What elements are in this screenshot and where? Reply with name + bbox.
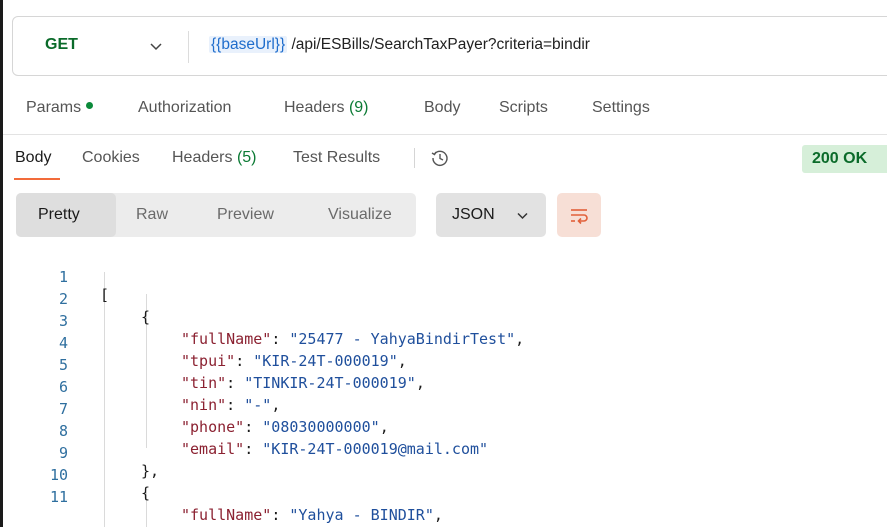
params-dot-icon [86,102,94,110]
code-line: 7 "phone": "08030000000", [58,400,389,436]
section-divider [3,134,887,135]
tab-params[interactable]: Params [26,99,94,117]
chevron-down-icon [517,212,528,220]
response-tab-body[interactable]: Body [15,149,51,167]
format-select[interactable]: JSON [436,193,546,237]
code-line: 5 "tin": "TINKIR-24T-000019", [58,356,425,392]
code-line: 1 [ [58,268,110,304]
url-input[interactable]: {{baseUrl}} /api/ESBills/SearchTaxPayer?… [209,36,590,54]
indent-guide [104,272,105,527]
response-tab-headers[interactable]: Headers (5) [172,149,257,167]
tab-authorization[interactable]: Authorization [138,99,231,117]
active-tab-underline [14,178,60,180]
code-line: 9 }, [58,444,160,480]
url-path: /api/ESBills/SearchTaxPayer?criteria=bin… [291,36,590,53]
method-selector[interactable]: GET [45,36,78,54]
tab-body[interactable]: Body [424,99,460,117]
code-line: 10 { [49,466,151,502]
code-line: 3 "fullName": "25477 - YahyaBindirTest", [58,312,525,348]
code-line: 4 "tpui": "KIR-24T-000019", [58,334,407,370]
tabs-divider [414,148,415,168]
wrap-lines-icon [571,209,588,225]
tab-headers[interactable]: Headers (9) [284,99,369,117]
code-line: 2 { [58,290,151,326]
response-tab-test-results[interactable]: Test Results [293,149,380,167]
view-visualize-button[interactable]: Visualize [328,193,392,237]
code-line: 11 "fullName": "Yahya - BINDIR", [49,488,443,524]
url-variable: {{baseUrl}} [209,36,288,53]
tab-scripts[interactable]: Scripts [499,99,548,117]
view-mode-group: Pretty Raw Preview Visualize [16,193,416,237]
code-line: 6 "nin": "-", [58,378,281,414]
view-preview-button[interactable]: Preview [217,193,274,237]
format-label: JSON [452,206,495,223]
code-line: 8 "email": "KIR-24T-000019@mail.com" [58,422,489,458]
wrap-lines-button[interactable] [557,193,601,237]
request-url-bar: GET {{baseUrl}} /api/ESBills/SearchTaxPa… [12,16,887,76]
tab-settings[interactable]: Settings [592,99,650,117]
status-badge: 200 OK [802,145,887,173]
history-icon[interactable] [430,148,450,168]
view-raw-button[interactable]: Raw [136,193,168,237]
url-divider [188,31,189,63]
response-code-viewer[interactable]: 1 [ 2 { 3 "fullName": "25477 - YahyaBind… [0,250,887,527]
response-tab-cookies[interactable]: Cookies [82,149,140,167]
chevron-down-icon[interactable] [149,39,163,53]
view-pretty-button[interactable]: Pretty [16,193,116,237]
